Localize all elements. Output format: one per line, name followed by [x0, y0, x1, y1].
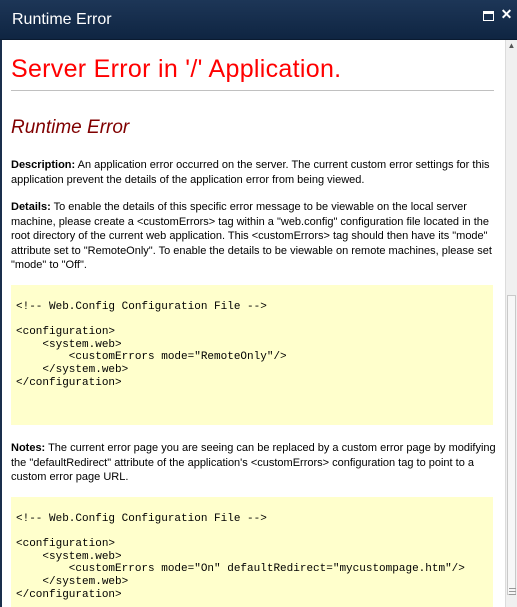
maximize-icon[interactable] [483, 11, 494, 21]
scroll-up-icon[interactable]: ▲ [506, 40, 517, 52]
details-label: Details: [11, 201, 51, 213]
code-remoteonly: <!-- Web.Config Configuration File --> <… [16, 301, 287, 389]
code-defaultredirect: <!-- Web.Config Configuration File --> <… [16, 513, 465, 601]
page-title: Server Error in '/' Application. [11, 55, 342, 83]
close-icon[interactable]: ✕ [500, 7, 513, 21]
scroll-grip-icon [509, 588, 516, 596]
details-text: To enable the details of this specific e… [11, 201, 492, 271]
error-page-content: Server Error in '/' Application. Runtime… [2, 40, 505, 607]
details-paragraph: Details: To enable the details of this s… [11, 200, 496, 273]
description-paragraph: Description: An application error occurr… [11, 158, 496, 187]
description-text: An application error occurred on the ser… [11, 159, 490, 186]
window-title: Runtime Error [12, 11, 112, 28]
notes-label: Notes: [11, 442, 46, 454]
description-label: Description: [11, 159, 76, 171]
title-bar: Runtime Error ✕ [0, 0, 517, 40]
code-block-defaultredirect: <!-- Web.Config Configuration File --> <… [11, 497, 493, 607]
scroll-thumb[interactable] [507, 295, 516, 596]
notes-paragraph: Notes: The current error page you are se… [11, 441, 496, 485]
code-block-remoteonly: <!-- Web.Config Configuration File --> <… [11, 285, 493, 425]
error-subtitle: Runtime Error [11, 117, 130, 138]
vertical-scrollbar[interactable]: ▲ [505, 40, 517, 607]
notes-text: The current error page you are seeing ca… [11, 442, 496, 483]
divider [11, 90, 494, 91]
